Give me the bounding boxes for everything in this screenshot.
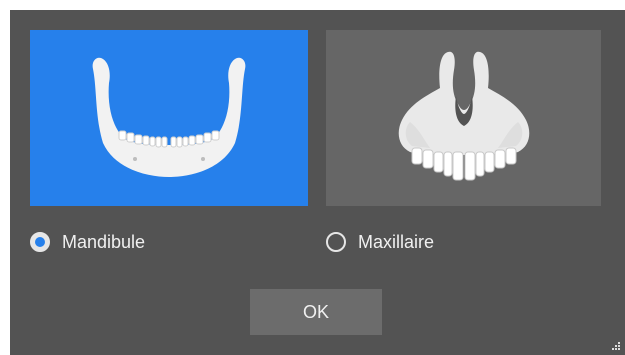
maxilla-option-tile[interactable]	[326, 30, 601, 206]
radio-button-selected[interactable]	[30, 232, 50, 252]
resize-grip-icon[interactable]	[611, 341, 621, 351]
ok-button[interactable]: OK	[250, 289, 382, 335]
radio-option-maxillaire[interactable]: Maxillaire	[326, 228, 434, 256]
mandible-option-tile[interactable]	[30, 30, 308, 206]
radio-button-unselected[interactable]	[326, 232, 346, 252]
mandibule-label: Mandibule	[62, 231, 146, 252]
mandible-icon	[92, 57, 246, 177]
maxilla-icon	[398, 51, 529, 181]
jaw-selection-dialog: Mandibule Maxillaire OK	[10, 10, 625, 355]
radio-option-mandibule[interactable]: Mandibule	[30, 228, 145, 256]
maxillaire-label: Maxillaire	[358, 231, 435, 252]
